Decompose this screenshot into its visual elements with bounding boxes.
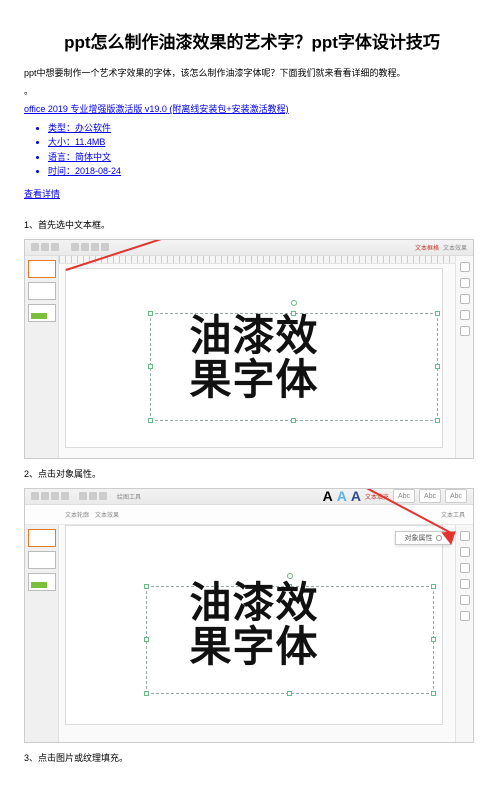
wordart-a3-icon[interactable]: A: [351, 488, 361, 504]
thumb-2[interactable]: [28, 551, 56, 569]
thumb-3[interactable]: [28, 304, 56, 322]
right-sidebar: [455, 256, 473, 458]
format-hint: 文本工具: [441, 510, 465, 519]
meta-type[interactable]: 类型：办公软件: [48, 121, 480, 135]
art-text-line1: 油漆效: [189, 578, 318, 625]
wordart-a1-icon[interactable]: A: [323, 488, 333, 504]
sb-icon[interactable]: [460, 563, 470, 573]
sb-icon[interactable]: [460, 579, 470, 589]
step-2: 2、点击对象属性。: [24, 467, 480, 480]
shape-style[interactable]: Abc: [445, 489, 467, 503]
detail-link[interactable]: 查看详情: [24, 187, 60, 200]
step-3: 3、点击图片或纹理填充。: [24, 751, 480, 764]
meta-size[interactable]: 大小：11.4MB: [48, 135, 480, 149]
intro-text: ppt中想要制作一个艺术字效果的字体，该怎么制作油漆字体呢？下面我们就来看看详细…: [24, 67, 480, 81]
sb-icon[interactable]: [460, 310, 470, 320]
toolbar-right-2: 文本效果: [443, 243, 467, 252]
thumb-3[interactable]: [28, 573, 56, 591]
gear-icon: [436, 535, 442, 541]
slide-thumbnails: [25, 256, 59, 458]
text-effect-button[interactable]: 文本效果: [95, 510, 119, 519]
art-text[interactable]: 油漆效 果字体: [189, 313, 318, 401]
popup-label: 对象属性: [405, 533, 433, 543]
toolbar-row-a: 绘图工具 A A A 文本填充 Abc Abc Abc: [25, 489, 473, 505]
meta-date[interactable]: 时间：2018-08-24: [48, 164, 480, 178]
art-text-line2: 果字体: [189, 356, 318, 403]
art-text[interactable]: 油漆效 果字体: [189, 580, 318, 668]
thumb-1[interactable]: [28, 260, 56, 278]
wordart-a2-icon[interactable]: A: [337, 488, 347, 504]
shape-style[interactable]: Abc: [393, 489, 415, 503]
art-text-line2: 果字体: [189, 623, 318, 670]
toolbar-hint: 绘图工具: [117, 492, 141, 501]
step-1: 1、首先选中文本框。: [24, 218, 480, 231]
sb-icon[interactable]: [460, 326, 470, 336]
art-text-line1: 油漆效: [189, 311, 318, 358]
sb-icon[interactable]: [460, 611, 470, 621]
sb-icon[interactable]: [460, 278, 470, 288]
thumb-1[interactable]: [28, 529, 56, 547]
meta-list: 类型：办公软件 大小：11.4MB 语言：简体中文 时间：2018-08-24: [48, 121, 480, 179]
screenshot-1: 文本框格 文本效果 油漆效 果字体: [24, 239, 474, 459]
slide-canvas: 油漆效 果字体: [65, 268, 443, 448]
sb-icon[interactable]: [460, 262, 470, 272]
sb-icon[interactable]: [460, 595, 470, 605]
sb-icon[interactable]: [460, 531, 470, 541]
rotate-handle-icon[interactable]: [291, 300, 297, 306]
screenshot-2: 绘图工具 A A A 文本填充 Abc Abc Abc 文本轮廓 文本效果 文本…: [24, 488, 474, 743]
sb-icon[interactable]: [460, 294, 470, 304]
text-outline-button[interactable]: 文本轮廓: [65, 510, 89, 519]
page-title: ppt怎么制作油漆效果的艺术字？ppt字体设计技巧: [24, 28, 480, 53]
ruler: [59, 256, 473, 264]
intro-spacer: 。: [24, 85, 480, 99]
right-sidebar: [455, 525, 473, 742]
toolbar-row: 文本框格 文本效果: [25, 240, 473, 256]
download-link[interactable]: office 2019 专业增强版激活版 v19.0 (附离线安装包+安装激活教…: [24, 102, 289, 115]
toolbar-right-1: 文本框格: [415, 243, 439, 252]
meta-lang[interactable]: 语言：简体中文: [48, 150, 480, 164]
shape-style[interactable]: Abc: [419, 489, 441, 503]
thumb-2[interactable]: [28, 282, 56, 300]
slide-thumbnails: [25, 525, 59, 742]
sb-icon[interactable]: [460, 547, 470, 557]
slide-canvas: 油漆效 果字体: [65, 525, 443, 725]
